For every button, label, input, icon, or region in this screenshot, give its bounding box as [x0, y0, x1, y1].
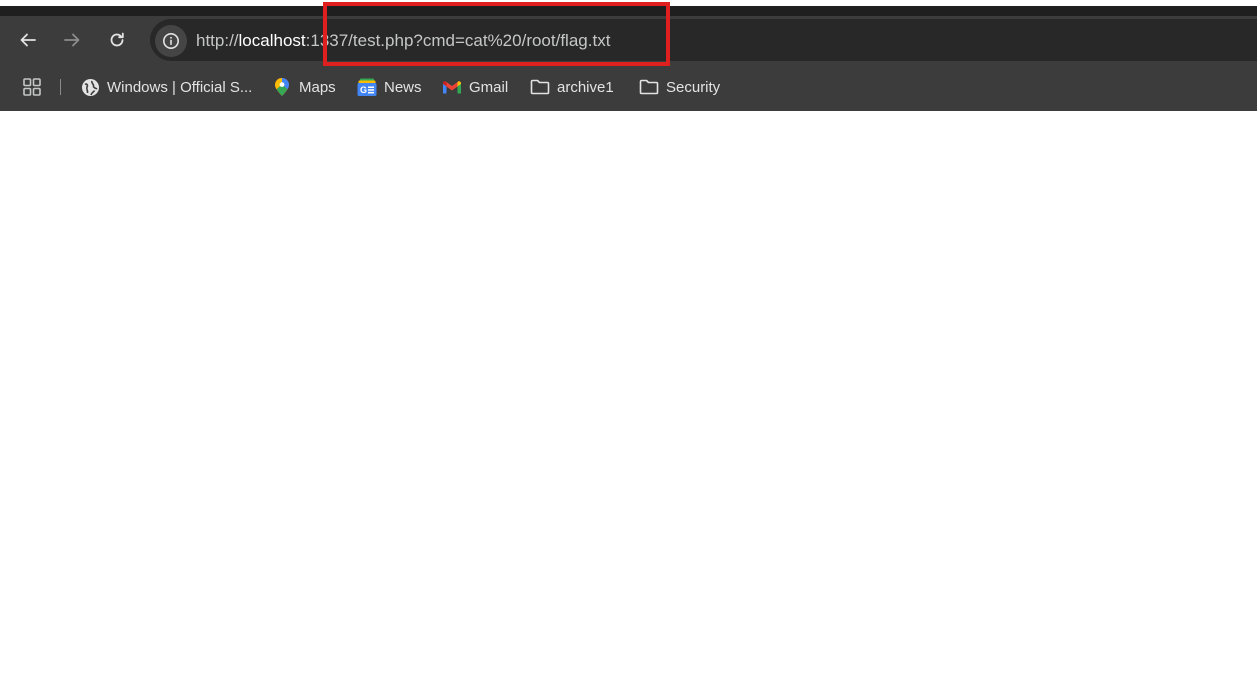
site-info-button[interactable] — [155, 25, 187, 57]
folder-icon — [530, 77, 550, 97]
bookmarks-separator — [60, 79, 61, 95]
bookmark-label: Security — [666, 78, 721, 96]
url-scheme: http:// — [196, 31, 239, 50]
page-content — [0, 111, 1257, 683]
bookmark-label: Gmail — [469, 78, 509, 96]
url-host: localhost — [238, 31, 306, 50]
bookmark-label: Windows | Official S... — [107, 78, 253, 96]
gmail-icon — [442, 77, 462, 97]
bookmark-windows[interactable]: Windows | Official S... — [80, 74, 252, 100]
apps-grid-icon — [23, 78, 41, 96]
maps-pin-icon — [272, 77, 292, 97]
arrow-right-icon — [64, 33, 80, 47]
tab-strip — [0, 6, 1257, 16]
arrow-left-icon — [20, 33, 36, 47]
forward-button[interactable] — [56, 24, 88, 56]
bookmark-label: Maps — [299, 78, 336, 96]
reload-icon — [110, 32, 124, 47]
reload-button[interactable] — [101, 24, 133, 56]
folder-icon — [639, 77, 659, 97]
url-text[interactable]: http://localhost:1337/test.php?cmd=cat%2… — [196, 30, 610, 52]
globe-icon — [80, 77, 100, 97]
bookmark-gmail[interactable]: Gmail — [442, 74, 508, 100]
svg-text:G: G — [360, 85, 367, 95]
bookmark-label: News — [384, 78, 422, 96]
url-path: :1337/test.php?cmd=cat%20/root/flag.txt — [305, 31, 611, 50]
bookmark-news[interactable]: G News — [357, 74, 422, 100]
bookmark-maps[interactable]: Maps — [272, 74, 336, 100]
bookmark-folder-archive1[interactable]: archive1 — [530, 74, 614, 100]
back-button[interactable] — [12, 24, 44, 56]
apps-button[interactable] — [22, 77, 42, 97]
info-icon — [163, 33, 179, 49]
news-icon: G — [357, 77, 377, 97]
bookmark-label: archive1 — [557, 78, 614, 96]
bookmark-folder-security[interactable]: Security — [639, 74, 720, 100]
